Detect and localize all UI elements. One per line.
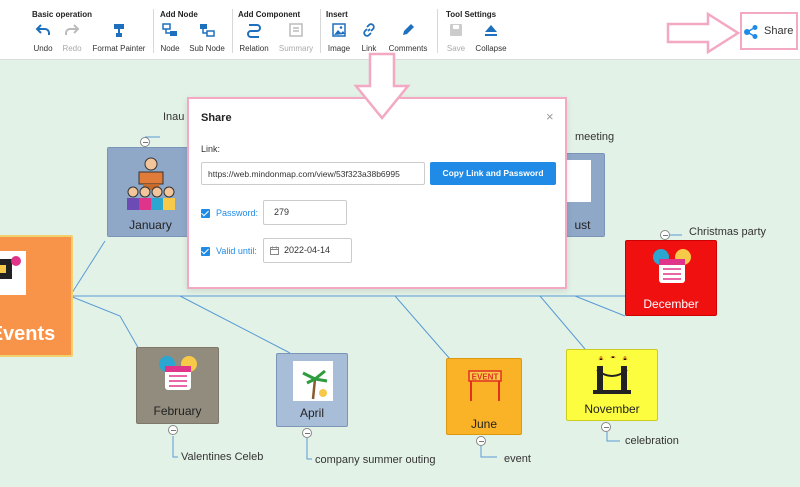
november-collapse-toggle[interactable] [601,422,611,432]
format-painter-icon [114,24,124,37]
summary-button[interactable]: Summary [277,22,315,53]
save-label: Save [446,44,466,53]
undo-button[interactable]: Undo [32,22,54,53]
group-title-basic-operation: Basic operation [32,10,93,19]
january-label: January [129,218,172,232]
share-dialog-title: Share [201,112,232,124]
november-node[interactable]: November [566,349,658,421]
august-label: ust [574,218,591,232]
node-label: Node [160,44,180,53]
toolbar-divider [153,9,154,53]
share-highlight-box [740,12,798,50]
summary-icon [289,23,303,37]
valid-until-checkbox[interactable] [201,247,210,256]
undo-icon [35,24,50,35]
february-node[interactable]: February [136,347,219,424]
calendar-balloon-icon [653,249,691,283]
save-icon [450,24,462,36]
august-callout: meeting [575,131,615,143]
valid-until-value: 2022-04-14 [284,245,331,255]
format-painter-button[interactable]: Format Painter [90,22,148,53]
save-button[interactable]: Save [446,22,466,53]
redo-label: Redo [62,44,82,53]
share-link-field[interactable]: https://web.mindonmap.com/view/53f323a38… [201,162,425,185]
share-dialog: Share × Link: https://web.mindonmap.com/… [187,97,567,289]
node-button[interactable]: Node [159,22,181,53]
february-collapse-toggle[interactable] [168,425,178,435]
december-collapse-toggle[interactable] [660,230,670,240]
toolbar-divider [232,9,233,53]
link-button[interactable]: Link [358,22,380,53]
presenter-icon [127,157,175,210]
december-node[interactable]: December [625,240,717,316]
january-collapse-toggle[interactable] [140,137,150,147]
june-banner-text: EVENT [472,373,499,382]
node-icon [162,23,177,36]
group-title-add-component: Add Component [238,10,301,19]
down-arrow-annotation [353,52,411,120]
root-node[interactable]: Events [0,235,73,357]
redo-button[interactable]: Redo [60,22,84,53]
redo-icon [65,24,80,35]
april-node[interactable]: April [276,353,348,427]
sub-node-button[interactable]: Sub Node [188,22,226,53]
root-node-label: Events [0,323,56,345]
group-title-tool-settings: Tool Settings [446,10,497,19]
relation-label: Relation [239,44,269,53]
group-title-insert: Insert [326,10,348,19]
april-collapse-toggle[interactable] [302,428,312,438]
link-label: Link: [201,144,221,154]
collapse-label: Collapse [475,44,507,53]
password-label: Password: [216,208,259,218]
relation-icon [247,24,261,38]
calendar-balloon-icon [159,356,197,390]
sub-node-icon [200,24,215,37]
june-collapse-toggle[interactable] [476,436,486,446]
format-painter-label: Format Painter [92,44,146,53]
february-label: February [153,404,202,418]
december-callout: Christmas party [689,226,767,238]
toolbar-divider [437,9,438,53]
link-icon [363,23,375,37]
june-node[interactable]: EVENT June [446,358,522,435]
june-label: June [470,417,498,431]
april-callout: company summer outing [315,454,436,466]
image-button[interactable]: Image [326,22,352,53]
january-callout: Inau [163,111,185,123]
close-icon[interactable]: × [546,109,554,124]
sub-node-label: Sub Node [189,44,225,53]
summary-label: Summary [278,44,314,53]
group-title-add-node: Add Node [160,10,198,19]
password-field[interactable]: 279 [263,200,347,225]
calendar-icon [270,246,279,255]
stage-lights-icon [593,356,631,394]
undo-label: Undo [33,44,53,53]
comments-button[interactable]: Comments [388,22,428,53]
pencil-icon [403,24,414,35]
image-icon [332,23,346,37]
december-label: December [643,297,699,311]
collapse-button[interactable]: Collapse [474,22,508,53]
image-label: Image [327,44,351,53]
february-callout: Valentines Celeb [181,451,264,463]
password-checkbox[interactable] [201,209,210,218]
right-arrow-annotation [666,12,740,54]
june-callout: event [504,453,531,465]
january-node[interactable]: January [107,147,194,237]
event-image-icon [0,251,26,295]
eject-icon [485,25,497,36]
relation-button[interactable]: Relation [238,22,270,53]
event-banner-icon: EVENT [468,370,502,401]
toolbar-divider [320,9,321,53]
valid-until-date-field[interactable]: 2022-04-14 [263,238,352,263]
palm-tree-icon [293,361,333,401]
november-callout: celebration [625,435,679,447]
valid-until-label: Valid until: [216,246,257,256]
april-label: April [299,406,324,420]
august-image [567,160,591,202]
copy-link-button[interactable]: Copy Link and Password [430,162,556,185]
november-label: November [584,402,640,416]
